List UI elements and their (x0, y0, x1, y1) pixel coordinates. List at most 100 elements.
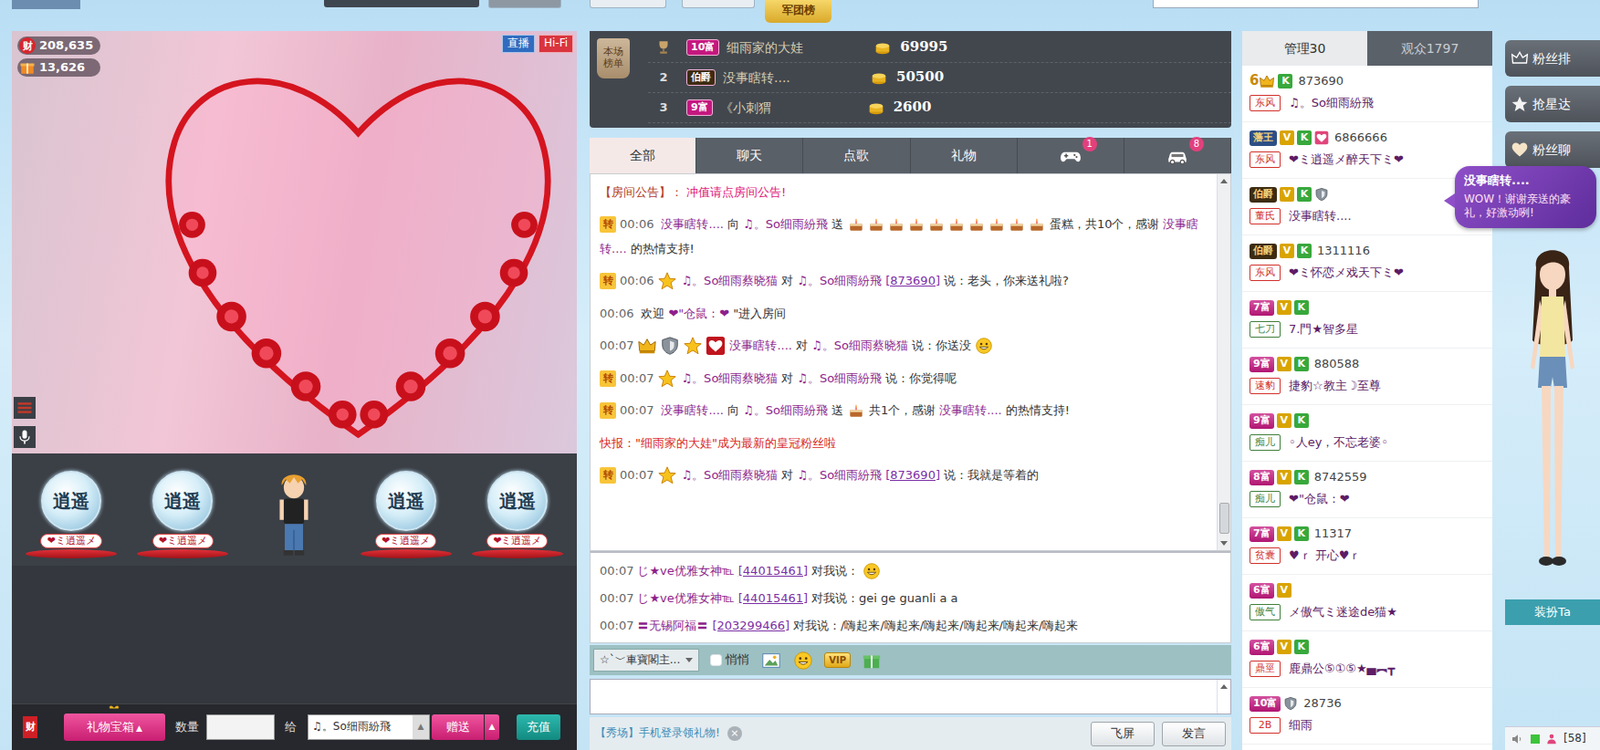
emoji-icon[interactable] (793, 650, 814, 671)
level-badge: 10富 (1249, 696, 1281, 712)
chat-scrollbar[interactable] (1216, 174, 1231, 551)
send-gift-button[interactable]: 赠送 (431, 714, 484, 741)
board-tab[interactable]: 军团榜 (764, 0, 832, 23)
tab-count-badge: 8 (1189, 136, 1204, 152)
user-name[interactable]: じ★ve优雅女神℡ (637, 564, 734, 578)
chat-tab[interactable]: 礼物 (910, 137, 1018, 174)
user-name[interactable]: じ★ve优雅女神℡ (637, 591, 734, 606)
user-name[interactable]: ❤"仓鼠：❤ (668, 306, 730, 321)
shield-icon (1283, 696, 1298, 712)
menu-icon[interactable] (13, 397, 36, 419)
user-name[interactable]: ♫。So细雨蔡晓猫 (680, 468, 778, 482)
recipient-select[interactable]: ♫。So细雨紛飛▲ (307, 714, 430, 741)
user-id[interactable]: [44015461] (738, 591, 808, 606)
streamer-thumbnail[interactable] (11, 0, 81, 10)
user-name[interactable]: ♫。So细雨蔡晓猫 (680, 371, 778, 386)
ranking-row[interactable]: 2伯爵没事瞎转....50500 (648, 62, 1232, 94)
private-chat: 00:07じ★ve优雅女神℡[44015461]对我说：00:07じ★ve优雅女… (589, 551, 1232, 644)
ranking-row[interactable]: 39富《小刺猬2600 (648, 93, 1232, 124)
dress-up-button[interactable]: 装扮Ta (1505, 599, 1600, 626)
user-id[interactable]: [44015461] (738, 564, 808, 578)
user-row[interactable]: 藩王VK6866666东风❤ミ逍遥メ醉天下ミ❤ (1242, 122, 1493, 179)
group-tag: 贫囊 (1249, 547, 1281, 565)
seat[interactable] (242, 467, 346, 559)
user-row[interactable]: 6K873690东风♫。So细雨紛飛 (1242, 65, 1493, 123)
user-name[interactable]: ♫。So细雨蔡晓猫 (811, 338, 909, 353)
user-row[interactable]: 7富VK七刀7.門★智多星 (1242, 292, 1493, 349)
ranking-list: 10富细雨家的大娃699952伯爵没事瞎转....5050039富《小刺猬260… (629, 31, 1232, 128)
group-tag: 董氏 (1249, 208, 1281, 225)
speaker-icon[interactable] (1510, 732, 1526, 747)
recharge-button[interactable]: 充值 (516, 714, 561, 741)
user-row[interactable]: 伯爵VK1311116东风❤ミ怀恋メ戏天下ミ❤ (1242, 235, 1493, 293)
scroll-up-button[interactable] (1220, 684, 1228, 690)
user-name[interactable]: ♫。So细雨紛飛 (796, 273, 882, 288)
user-name[interactable]: 〓无锡阿福〓 (637, 618, 709, 633)
user-row[interactable]: 6富VK鼎巠鹿鼎公⑤①⑤★▄︻┳ (1242, 631, 1493, 689)
user-row[interactable]: 9富VK880588速豹捷豹☆教主☽至尊 (1242, 348, 1493, 406)
image-icon[interactable] (760, 650, 783, 671)
user-name[interactable]: ♫。So细雨紛飛 (796, 371, 882, 386)
send-options-button[interactable]: ▲ (484, 714, 500, 741)
user-id[interactable]: [873690] (885, 468, 941, 482)
search-field[interactable] (1152, 0, 1479, 9)
seat[interactable]: 逍遥❤ミ逍遥メ (466, 470, 569, 559)
send-message-button[interactable]: 发言 (1161, 721, 1226, 747)
user-tab[interactable]: 管理30 (1242, 31, 1368, 66)
chat-tab[interactable]: 聊天 (696, 137, 804, 174)
seat[interactable]: 逍遥❤ミ逍遥メ (20, 470, 123, 559)
level-text: 10富 (1253, 697, 1277, 711)
gift-icon[interactable] (861, 650, 882, 671)
vip-button[interactable]: VIP (824, 652, 851, 669)
message-input[interactable] (590, 679, 1217, 714)
top-button[interactable] (589, 0, 667, 9)
user-name[interactable]: 没事瞎转.... (939, 403, 1003, 418)
user-id[interactable]: [873690] (885, 273, 941, 288)
whisper-toggle[interactable]: 悄悄 (710, 652, 750, 669)
side-button[interactable]: 粉丝排 (1505, 40, 1600, 77)
user-row[interactable]: 9富VK痴儿◦人ey，不忘老婆◦ (1242, 405, 1493, 462)
user-name[interactable]: 没事瞎转.... (660, 217, 724, 231)
top-button[interactable] (488, 0, 562, 9)
user-row[interactable]: 8富VK8742559痴儿❤"仓鼠：❤ (1242, 461, 1493, 519)
group-tag: 2B (1249, 717, 1281, 734)
fly-screen-button[interactable]: 飞屏 (1090, 721, 1155, 747)
group-tag: 痴儿 (1249, 491, 1281, 508)
promo-link[interactable]: 【秀场】手机登录领礼物! (595, 726, 721, 742)
gift-box-button[interactable]: 礼物宝箱▲ (63, 713, 166, 742)
user-name[interactable]: ♫。So细雨紛飛 (742, 403, 828, 418)
seat[interactable]: 逍遥❤ミ逍遥メ (355, 470, 458, 559)
chat-tab[interactable]: 1 (1017, 137, 1125, 174)
target-select[interactable]: ☆`﹀車寶閣主... (593, 648, 700, 672)
user-row[interactable]: 6富V傲气メ傲气ミ迷途de猫★ (1242, 575, 1493, 632)
chat-tab[interactable]: 8 (1124, 137, 1232, 174)
microphone-icon[interactable] (13, 426, 36, 449)
whisper-checkbox[interactable] (710, 654, 722, 667)
top-button[interactable] (681, 0, 755, 9)
user-info: 东风❤ミ怀恋メ戏天下ミ❤ (1249, 261, 1485, 284)
dress-avatar-icon (1505, 240, 1600, 597)
user-tab[interactable]: 观众1797 (1367, 31, 1493, 66)
scroll-thumb[interactable] (1219, 502, 1230, 534)
chat-tab[interactable]: 全部 (589, 137, 697, 174)
user-name[interactable]: ♫。So细雨蔡晓猫 (680, 273, 778, 288)
scroll-up-button[interactable] (1220, 178, 1228, 184)
user-name: 7.門★智多星 (1288, 322, 1359, 338)
quantity-input[interactable] (206, 714, 275, 741)
close-promo-button[interactable]: × (727, 726, 743, 742)
user-name[interactable]: 没事瞎转.... (729, 338, 793, 353)
side-button[interactable]: 抢星达 (1505, 85, 1600, 123)
recipient-arrow[interactable]: ▲ (412, 715, 429, 740)
user-name[interactable]: 没事瞎转.... (660, 403, 724, 418)
side-button[interactable]: 粉丝聊 (1505, 131, 1600, 168)
chat-tab[interactable]: 点歌 (803, 137, 910, 174)
tab-label: 礼物 (951, 146, 977, 164)
ranking-row[interactable]: 10富细雨家的大娃69995 (648, 32, 1232, 63)
seat[interactable]: 逍遥❤ミ逍遥メ (131, 470, 234, 559)
user-name[interactable]: ♫。So细雨紛飛 (742, 217, 828, 231)
scroll-down-button[interactable] (1220, 541, 1228, 546)
user-id[interactable]: [203299466] (711, 618, 790, 633)
user-row[interactable]: 7富VK11317贫囊♥ｒ 开心♥ｒ (1242, 518, 1493, 576)
user-row[interactable]: 10富287362B细雨 (1242, 688, 1493, 745)
user-name[interactable]: ♫。So细雨紛飛 (796, 468, 882, 482)
